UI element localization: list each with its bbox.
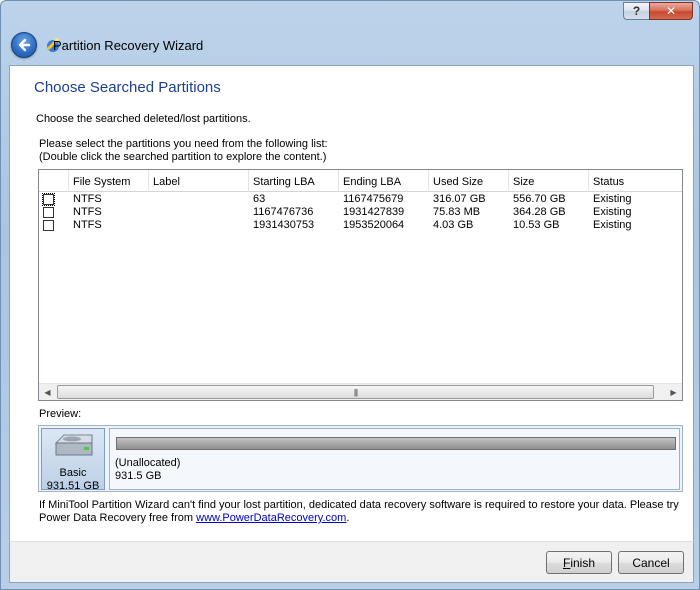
- help-button[interactable]: ?: [623, 2, 649, 20]
- cell-label: [149, 219, 249, 232]
- partition-bar: [116, 437, 676, 450]
- recovery-note-prefix: Power Data Recovery free from: [39, 512, 197, 524]
- cell-used-size: 4.03 GB: [433, 219, 474, 231]
- wizard-content: Choose Searched Partitions Choose the se…: [9, 65, 694, 541]
- column-header-starting-lba[interactable]: Starting LBA: [249, 170, 339, 192]
- power-data-recovery-link[interactable]: www.PowerDataRecovery.com: [196, 512, 346, 524]
- disk-preview: Basic 931.51 GB (Unallocated) 931.5 GB: [38, 425, 683, 492]
- window-title: Partition Recovery Wizard: [53, 38, 203, 53]
- cell-status: Existing: [593, 219, 632, 231]
- page-title: Choose Searched Partitions: [34, 79, 221, 96]
- column-header-label[interactable]: Label: [149, 170, 249, 192]
- scroll-right-icon[interactable]: ▶: [665, 384, 682, 400]
- cancel-button[interactable]: Cancel: [618, 551, 684, 574]
- partition-size: 931.5 GB: [115, 470, 162, 482]
- table-row[interactable]: NTFS 63 1167475679 316.07 GB 556.70 GB E…: [39, 193, 682, 206]
- column-header-ending-lba[interactable]: Ending LBA: [339, 170, 429, 192]
- disk-type: Basic: [59, 467, 87, 479]
- column-header-status[interactable]: Status: [589, 170, 682, 192]
- cell-ending-lba: 1953520064: [343, 219, 405, 231]
- row-select-cell: [39, 193, 69, 206]
- column-header-select[interactable]: [39, 170, 69, 192]
- instruction-line-1: Please select the partitions you need fr…: [39, 138, 328, 150]
- cell-size: 10.53 GB: [513, 219, 560, 231]
- table-row[interactable]: NTFS 1167476736 1931427839 75.83 MB 364.…: [39, 206, 682, 219]
- back-arrow-icon: [18, 38, 31, 52]
- cell-file-system: NTFS: [73, 206, 102, 218]
- partition-name: (Unallocated): [115, 457, 181, 469]
- hard-disk-icon: [54, 434, 93, 456]
- column-header-used-size[interactable]: Used Size: [429, 170, 509, 192]
- table-body: NTFS 63 1167475679 316.07 GB 556.70 GB E…: [39, 193, 682, 232]
- disk-size: 931.51 GB: [46, 480, 100, 492]
- window-controls: ? ✕: [623, 2, 693, 20]
- instruction-line-2: (Double click the searched partition to …: [39, 151, 327, 163]
- cell-label: [149, 193, 249, 206]
- recovery-note-suffix: .: [346, 512, 350, 524]
- finish-mnemonic: F: [562, 555, 571, 570]
- row-checkbox[interactable]: [43, 220, 54, 231]
- finish-label: inish: [570, 555, 596, 570]
- disk-tile[interactable]: Basic 931.51 GB: [41, 428, 105, 492]
- partition-table: File System Label Starting LBA Ending LB…: [38, 169, 683, 401]
- cell-starting-lba: 1167476736: [253, 206, 314, 218]
- column-header-file-system[interactable]: File System: [69, 170, 149, 192]
- cell-size: 364.28 GB: [513, 206, 566, 218]
- cell-ending-lba: 1167475679: [343, 193, 404, 205]
- table-row[interactable]: NTFS 1931430753 1953520064 4.03 GB 10.53…: [39, 219, 682, 232]
- cell-used-size: 316.07 GB: [433, 193, 486, 205]
- cell-status: Existing: [593, 206, 632, 218]
- column-header-size[interactable]: Size: [509, 170, 589, 192]
- cell-starting-lba: 1931430753: [253, 219, 315, 231]
- close-button[interactable]: ✕: [649, 2, 693, 20]
- row-checkbox[interactable]: [43, 207, 54, 218]
- cell-used-size: 75.83 MB: [433, 206, 481, 218]
- window-frame: ? ✕ Partition Recovery Wizard Choose Sea…: [0, 0, 700, 590]
- row-select-cell: [39, 219, 69, 232]
- preview-label: Preview:: [39, 408, 82, 420]
- partition-tile[interactable]: (Unallocated) 931.5 GB: [109, 428, 680, 490]
- cell-size: 556.70 GB: [513, 193, 566, 205]
- recovery-note-line-2: Power Data Recovery free from www.PowerD…: [39, 512, 349, 524]
- finish-button[interactable]: Finish: [546, 551, 612, 574]
- horizontal-scrollbar[interactable]: ◀ ||| ▶: [39, 383, 682, 400]
- cell-status: Existing: [593, 193, 632, 205]
- table-header: File System Label Starting LBA Ending LB…: [39, 170, 682, 192]
- cell-file-system: NTFS: [73, 219, 102, 231]
- cell-ending-lba: 1931427839: [343, 206, 405, 218]
- scroll-thumb[interactable]: |||: [57, 385, 654, 399]
- row-checkbox[interactable]: [42, 193, 55, 206]
- cell-file-system: NTFS: [73, 193, 102, 205]
- back-button[interactable]: [11, 32, 37, 58]
- page-subtitle: Choose the searched deleted/lost partiti…: [36, 113, 251, 125]
- scroll-left-icon[interactable]: ◀: [39, 384, 56, 400]
- button-bar: Finish Cancel: [9, 541, 694, 583]
- row-select-cell: [39, 206, 69, 219]
- cell-starting-lba: 63: [253, 193, 266, 205]
- recovery-note-line-1: If MiniTool Partition Wizard can't find …: [39, 499, 679, 511]
- cell-label: [149, 206, 249, 219]
